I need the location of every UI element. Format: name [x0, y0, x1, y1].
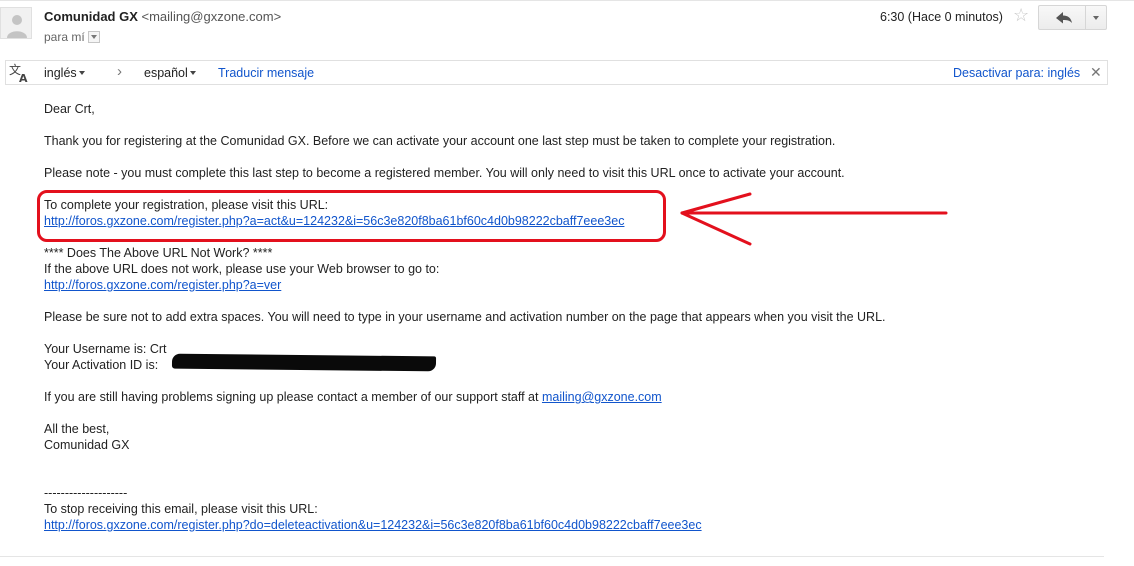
greeting: Dear Crt,: [44, 102, 95, 116]
unsubscribe-link[interactable]: http://foros.gxzone.com/register.php?do=…: [44, 518, 702, 532]
target-language-label: español: [144, 66, 188, 80]
recipient-details-dropdown[interactable]: [87, 30, 100, 43]
verify-link[interactable]: http://foros.gxzone.com/register.php?a=v…: [44, 278, 281, 292]
sender-name[interactable]: Comunidad GX: [44, 9, 138, 24]
top-divider: [0, 0, 1134, 1]
redaction-mark: [171, 353, 437, 372]
sender-line: Comunidad GX <mailing@gxzone.com>: [44, 9, 281, 24]
svg-text:A: A: [19, 72, 28, 83]
support-text: If you are still having problems signing…: [44, 390, 539, 404]
chevron-right-icon: ›: [117, 63, 122, 80]
more-options-button[interactable]: [1085, 5, 1107, 30]
bottom-divider: [0, 556, 1104, 557]
url-not-work-text: If the above URL does not work, please u…: [44, 262, 440, 276]
translate-message-link[interactable]: Traducir mensaje: [218, 66, 314, 80]
separator-line: --------------------: [44, 486, 128, 500]
annotation-highlight-box: [37, 190, 666, 242]
spaces-note: Please be sure not to add extra spaces. …: [44, 310, 886, 324]
username-line: Your Username is: Crt: [44, 342, 167, 356]
recipient-line: para mí: [44, 30, 100, 44]
support-line: If you are still having problems signing…: [44, 389, 662, 405]
activation-id-label: Your Activation ID is:: [44, 358, 159, 372]
recipient-label: para mí: [44, 30, 85, 44]
support-email-link[interactable]: mailing@gxzone.com: [542, 390, 662, 404]
unsubscribe-text: To stop receiving this email, please vis…: [44, 502, 318, 516]
reply-button[interactable]: [1038, 5, 1086, 30]
note-paragraph: Please note - you must complete this las…: [44, 166, 845, 180]
target-language-select[interactable]: español: [144, 66, 196, 80]
translate-icon: 文 A: [9, 62, 31, 86]
annotation-arrow-icon: [680, 192, 948, 246]
signoff: All the best,: [44, 422, 110, 436]
chevron-down-icon: [189, 70, 196, 75]
source-language-select[interactable]: inglés: [44, 66, 85, 80]
sender-avatar[interactable]: [0, 7, 32, 39]
source-language-label: inglés: [44, 66, 77, 80]
close-icon[interactable]: ✕: [1090, 64, 1102, 81]
person-icon: [7, 15, 27, 38]
signature: Comunidad GX: [44, 438, 130, 452]
chevron-down-icon: [78, 70, 85, 75]
star-icon[interactable]: ☆: [1013, 5, 1029, 26]
url-not-work-title: **** Does The Above URL Not Work? ****: [44, 246, 273, 260]
reply-arrow-icon: [1056, 12, 1072, 24]
sender-email: <mailing@gxzone.com>: [141, 9, 282, 24]
message-time: 6:30 (Hace 0 minutos): [880, 10, 1003, 24]
disable-translation-link[interactable]: Desactivar para: inglés: [953, 66, 1080, 80]
intro-paragraph: Thank you for registering at the Comunid…: [44, 134, 836, 148]
